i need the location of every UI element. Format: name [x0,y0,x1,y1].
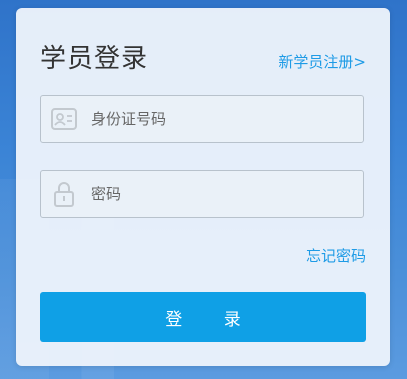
login-card: 学员登录 新学员注册> 忘记密码 登 录 [16,8,390,366]
login-title: 学员登录 [40,44,149,74]
register-link[interactable]: 新学员注册> [278,51,366,72]
lock-icon [51,182,77,207]
id-number-field[interactable] [40,95,364,143]
forgot-password-link[interactable]: 忘记密码 [306,245,366,266]
id-number-input[interactable] [91,96,351,142]
id-card-icon [51,107,77,131]
login-button[interactable]: 登 录 [40,292,366,342]
password-input[interactable] [91,171,351,217]
password-field[interactable] [40,170,364,218]
